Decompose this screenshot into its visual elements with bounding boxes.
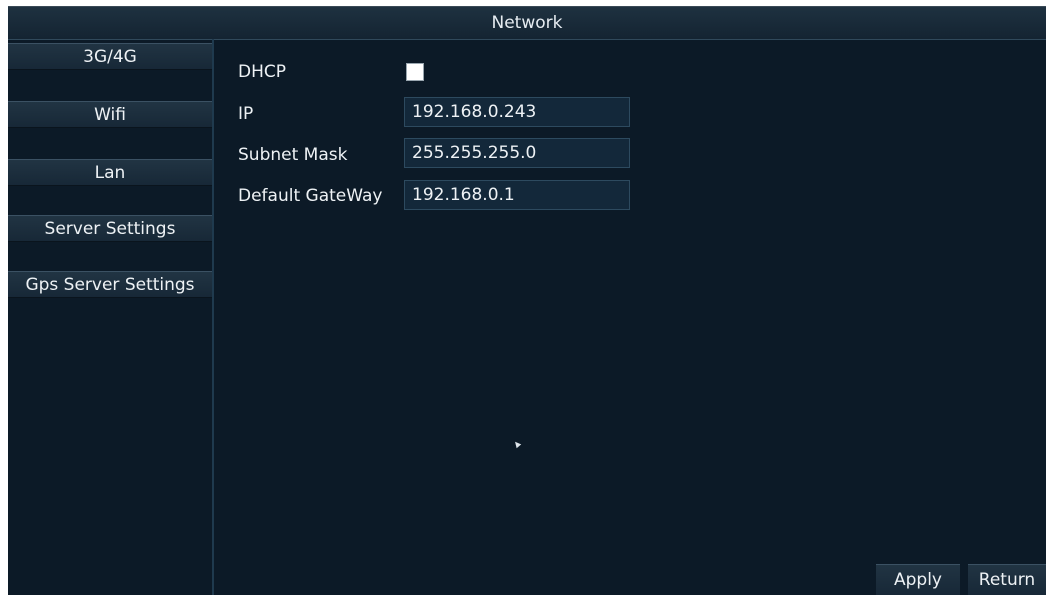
window-title: Network [491,13,563,33]
dhcp-label: DHCP [238,62,286,82]
subnet-mask-field[interactable]: 255.255.255.0 [404,138,630,168]
return-button[interactable]: Return [968,564,1046,595]
default-gateway-field[interactable]: 192.168.0.1 [404,180,630,210]
sidebar-item-lan[interactable]: Lan [8,159,212,186]
default-gateway-label: Default GateWay [238,186,383,206]
subnet-mask-label: Subnet Mask [238,145,348,165]
dhcp-checkbox[interactable] [406,63,424,81]
sidebar-item-server-settings[interactable]: Server Settings [8,215,212,242]
title-bar: Network [8,7,1046,40]
sidebar: 3G/4G Wifi Lan Server Settings Gps Serve… [8,39,214,595]
ip-label: IP [238,104,254,124]
ip-field[interactable]: 192.168.0.243 [404,97,630,127]
network-form: DHCP IP 192.168.0.243 Subnet Mask 255.25… [216,39,1046,595]
apply-button[interactable]: Apply [876,564,960,595]
sidebar-item-gps-server-settings[interactable]: Gps Server Settings [8,271,212,298]
network-settings-window: Network 3G/4G Wifi Lan Server Settings G… [8,6,1046,595]
sidebar-item-3g4g[interactable]: 3G/4G [8,43,212,70]
sidebar-item-wifi[interactable]: Wifi [8,101,212,128]
mouse-pointer-icon [512,439,522,449]
